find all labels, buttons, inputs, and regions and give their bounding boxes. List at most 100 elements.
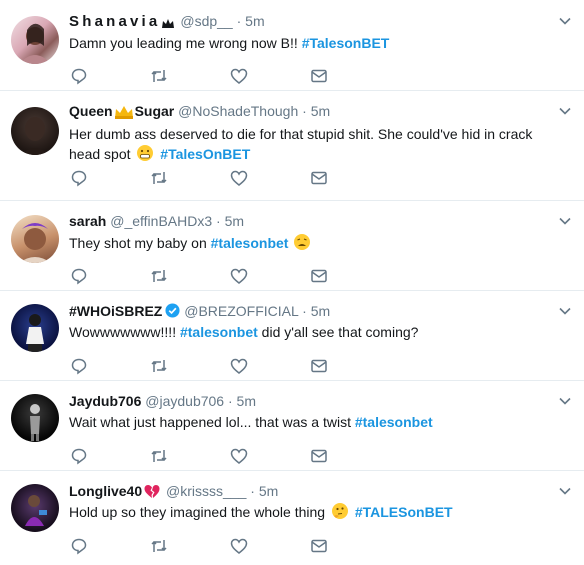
- grimace-emoji: [136, 144, 154, 167]
- like-heart-icon[interactable]: [230, 537, 248, 555]
- avatar[interactable]: [11, 484, 59, 532]
- display-name[interactable]: #WHOiSBREZ: [69, 303, 162, 319]
- tweet-text: Wowwwwwww!!!! #talesonbet did y'all see …: [69, 322, 564, 342]
- tweet-item[interactable]: Queen Sugar @NoShadeThough · 5m Her dumb …: [0, 91, 584, 201]
- timestamp[interactable]: 5m: [237, 393, 256, 409]
- reply-icon[interactable]: [70, 169, 88, 187]
- hashtag-link[interactable]: #talesonbet: [211, 235, 289, 251]
- like-heart-icon[interactable]: [230, 169, 248, 187]
- display-name-part: Sugar: [134, 103, 175, 119]
- avatar[interactable]: [11, 215, 59, 263]
- avatar[interactable]: [11, 16, 59, 64]
- separator-dot: ·: [302, 303, 307, 319]
- broken-heart-icon: [144, 484, 160, 503]
- tweet-item[interactable]: sarah @_effinBAHDx3 · 5m They shot my ba…: [0, 201, 584, 291]
- chevron-down-icon[interactable]: [559, 15, 571, 27]
- avatar[interactable]: [11, 394, 59, 442]
- separator-dot: ·: [236, 13, 242, 29]
- text-segment: Hold up so they imagined the whole thing: [69, 504, 329, 520]
- user-handle[interactable]: @sdp__: [180, 13, 232, 29]
- retweet-icon[interactable]: [150, 447, 168, 465]
- tweet-header: Longlive40 @krissss___ · 5m: [69, 482, 278, 503]
- display-name[interactable]: sarah: [69, 213, 106, 229]
- chevron-down-icon[interactable]: [559, 105, 571, 117]
- direct-message-icon[interactable]: [310, 67, 328, 85]
- text-segment: Damn you leading me wrong now B!!: [69, 35, 302, 51]
- reply-icon[interactable]: [70, 67, 88, 85]
- reply-icon[interactable]: [70, 267, 88, 285]
- tweet-feed: Shanavia @sdp__ · 5m Damn you leading me…: [0, 0, 584, 561]
- like-heart-icon[interactable]: [230, 447, 248, 465]
- direct-message-icon[interactable]: [310, 357, 328, 375]
- hashtag-link[interactable]: #TalesonBET: [302, 35, 390, 51]
- retweet-icon[interactable]: [150, 67, 168, 85]
- tweet-text: They shot my baby on #talesonbet: [69, 233, 564, 256]
- timestamp[interactable]: 5m: [259, 483, 278, 499]
- timestamp[interactable]: 5m: [245, 13, 264, 29]
- user-handle[interactable]: @_effinBAHDx3: [110, 213, 212, 229]
- text-segment: They shot my baby on: [69, 235, 211, 251]
- chevron-down-icon[interactable]: [559, 215, 571, 227]
- crown-icon: [162, 15, 175, 33]
- separator-dot: ·: [302, 103, 307, 119]
- hashtag-link[interactable]: #talesonbet: [355, 414, 433, 430]
- timestamp[interactable]: 5m: [225, 213, 244, 229]
- retweet-icon[interactable]: [150, 169, 168, 187]
- reply-icon[interactable]: [70, 357, 88, 375]
- display-name[interactable]: Queen Sugar: [69, 103, 174, 119]
- tweet-header: Shanavia @sdp__ · 5m: [69, 12, 265, 33]
- chevron-down-icon[interactable]: [559, 485, 571, 497]
- tweet-header: Queen Sugar @NoShadeThough · 5m: [69, 102, 330, 123]
- tweet-header: sarah @_effinBAHDx3 · 5m: [69, 212, 244, 230]
- display-name[interactable]: Longlive40: [69, 483, 142, 499]
- display-name-part: Queen: [69, 103, 113, 119]
- text-segment: did y'all see that coming?: [257, 324, 419, 340]
- display-name[interactable]: Jaydub706: [69, 393, 141, 409]
- hashtag-link[interactable]: #TalesOnBET: [156, 146, 250, 162]
- text-segment: Wowwwwwww!!!!: [69, 324, 180, 340]
- display-name[interactable]: Shanavia: [69, 13, 160, 30]
- retweet-icon[interactable]: [150, 357, 168, 375]
- direct-message-icon[interactable]: [310, 447, 328, 465]
- tweet-item[interactable]: #WHOiSBREZ @BREZOFFICIAL · 5m Wowwwwwww!…: [0, 291, 584, 381]
- direct-message-icon[interactable]: [310, 169, 328, 187]
- direct-message-icon[interactable]: [310, 267, 328, 285]
- retweet-icon[interactable]: [150, 537, 168, 555]
- weary-face-emoji: [293, 233, 311, 256]
- timestamp[interactable]: 5m: [311, 103, 330, 119]
- verified-badge-icon: [165, 303, 180, 322]
- retweet-icon[interactable]: [150, 267, 168, 285]
- user-handle[interactable]: @krissss___: [166, 483, 246, 499]
- hashtag-link[interactable]: #TALESonBET: [351, 504, 453, 520]
- like-heart-icon[interactable]: [230, 267, 248, 285]
- text-segment: Wait what just happened lol... that was …: [69, 414, 355, 430]
- tweet-text: Damn you leading me wrong now B!! #Tales…: [69, 33, 564, 53]
- separator-dot: ·: [250, 483, 255, 499]
- hashtag-link[interactable]: #talesonbet: [180, 324, 258, 340]
- chevron-down-icon[interactable]: [559, 395, 571, 407]
- crown-icon: [114, 105, 133, 123]
- like-heart-icon[interactable]: [230, 67, 248, 85]
- tweet-header: Jaydub706 @jaydub706 · 5m: [69, 392, 256, 410]
- user-handle[interactable]: @jaydub706: [145, 393, 224, 409]
- tweet-item[interactable]: Longlive40 @krissss___ · 5m Hold up so t…: [0, 471, 584, 561]
- tweet-text: Wait what just happened lol... that was …: [69, 412, 564, 432]
- user-handle[interactable]: @NoShadeThough: [178, 103, 298, 119]
- user-handle[interactable]: @BREZOFFICIAL: [184, 303, 298, 319]
- avatar[interactable]: [11, 107, 59, 155]
- tweet-item[interactable]: Shanavia @sdp__ · 5m Damn you leading me…: [0, 0, 584, 91]
- separator-dot: ·: [216, 213, 221, 229]
- reply-icon[interactable]: [70, 447, 88, 465]
- tweet-header: #WHOiSBREZ @BREZOFFICIAL · 5m: [69, 302, 330, 322]
- thinking-face-emoji: [331, 502, 349, 525]
- separator-dot: ·: [227, 393, 233, 409]
- tweet-text: Her dumb ass deserved to die for that st…: [69, 124, 564, 167]
- reply-icon[interactable]: [70, 537, 88, 555]
- direct-message-icon[interactable]: [310, 537, 328, 555]
- avatar[interactable]: [11, 304, 59, 352]
- timestamp[interactable]: 5m: [311, 303, 330, 319]
- tweet-text: Hold up so they imagined the whole thing…: [69, 502, 564, 525]
- tweet-item[interactable]: Jaydub706 @jaydub706 · 5m Wait what just…: [0, 381, 584, 471]
- chevron-down-icon[interactable]: [559, 305, 571, 317]
- like-heart-icon[interactable]: [230, 357, 248, 375]
